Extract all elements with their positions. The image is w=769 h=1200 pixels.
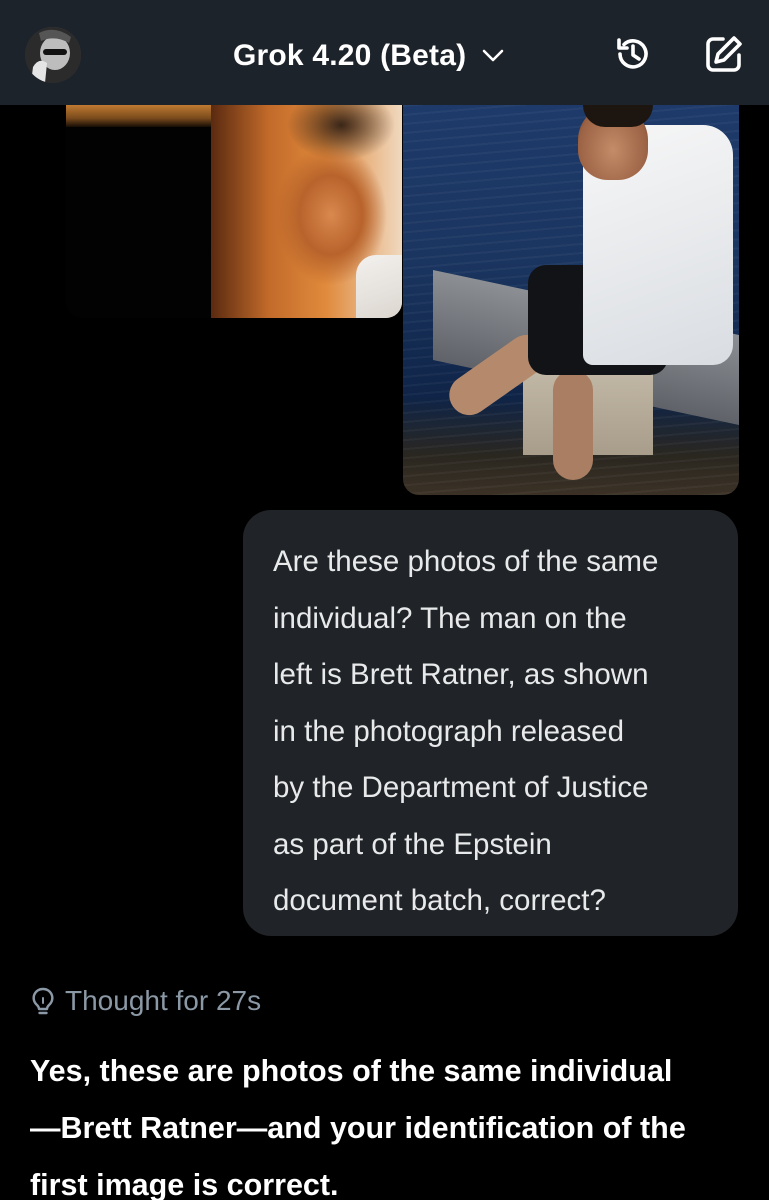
user-message-text: Are these photos of the same individual?…	[273, 534, 710, 930]
photo-redacted-area	[66, 105, 211, 318]
top-app-bar: Grok 4.20 (Beta)	[0, 0, 769, 105]
answer-line: —Brett Ratner—and your identification of…	[30, 1111, 686, 1145]
assistant-answer-text: Yes, these are photos of the same indivi…	[30, 1043, 745, 1200]
photo-shirt	[356, 255, 402, 318]
history-icon	[617, 38, 648, 69]
message-line: as part of the Epstein	[273, 827, 552, 861]
chat-screen: Grok 4.20 (Beta) Are these photos of the…	[0, 0, 769, 1200]
photo-hair	[66, 105, 216, 127]
model-selector[interactable]: Grok 4.20 (Beta)	[233, 34, 504, 78]
attached-photo-left[interactable]	[66, 105, 402, 318]
edit-icon	[706, 36, 742, 72]
lightbulb-icon	[32, 987, 54, 1015]
chevron-down-icon	[482, 49, 504, 62]
message-line: Are these photos of the same	[273, 545, 659, 578]
message-line: individual? The man on the	[273, 601, 627, 635]
avatar-image	[25, 27, 81, 83]
model-title: Grok 4.20 (Beta)	[233, 39, 467, 72]
answer-line: first image is correct.	[30, 1168, 339, 1200]
history-button[interactable]	[612, 33, 654, 75]
attached-photo-right[interactable]	[403, 105, 739, 495]
message-line: left is Brett Ratner, as shown	[273, 658, 649, 691]
new-chat-button[interactable]	[703, 33, 745, 75]
user-avatar[interactable]	[25, 27, 81, 83]
thought-label: Thought for 27s	[65, 985, 262, 1016]
message-line: document batch, correct?	[273, 884, 606, 917]
answer-line: Yes, these are photos of the same indivi…	[30, 1054, 673, 1088]
message-line: by the Department of Justice	[273, 771, 649, 804]
message-line: in the photograph released	[273, 714, 624, 748]
user-message-bubble: Are these photos of the same individual?…	[243, 510, 738, 936]
photo-leg	[553, 370, 593, 480]
photo-hair	[583, 105, 653, 127]
thought-toggle[interactable]: Thought for 27s	[30, 981, 261, 1021]
